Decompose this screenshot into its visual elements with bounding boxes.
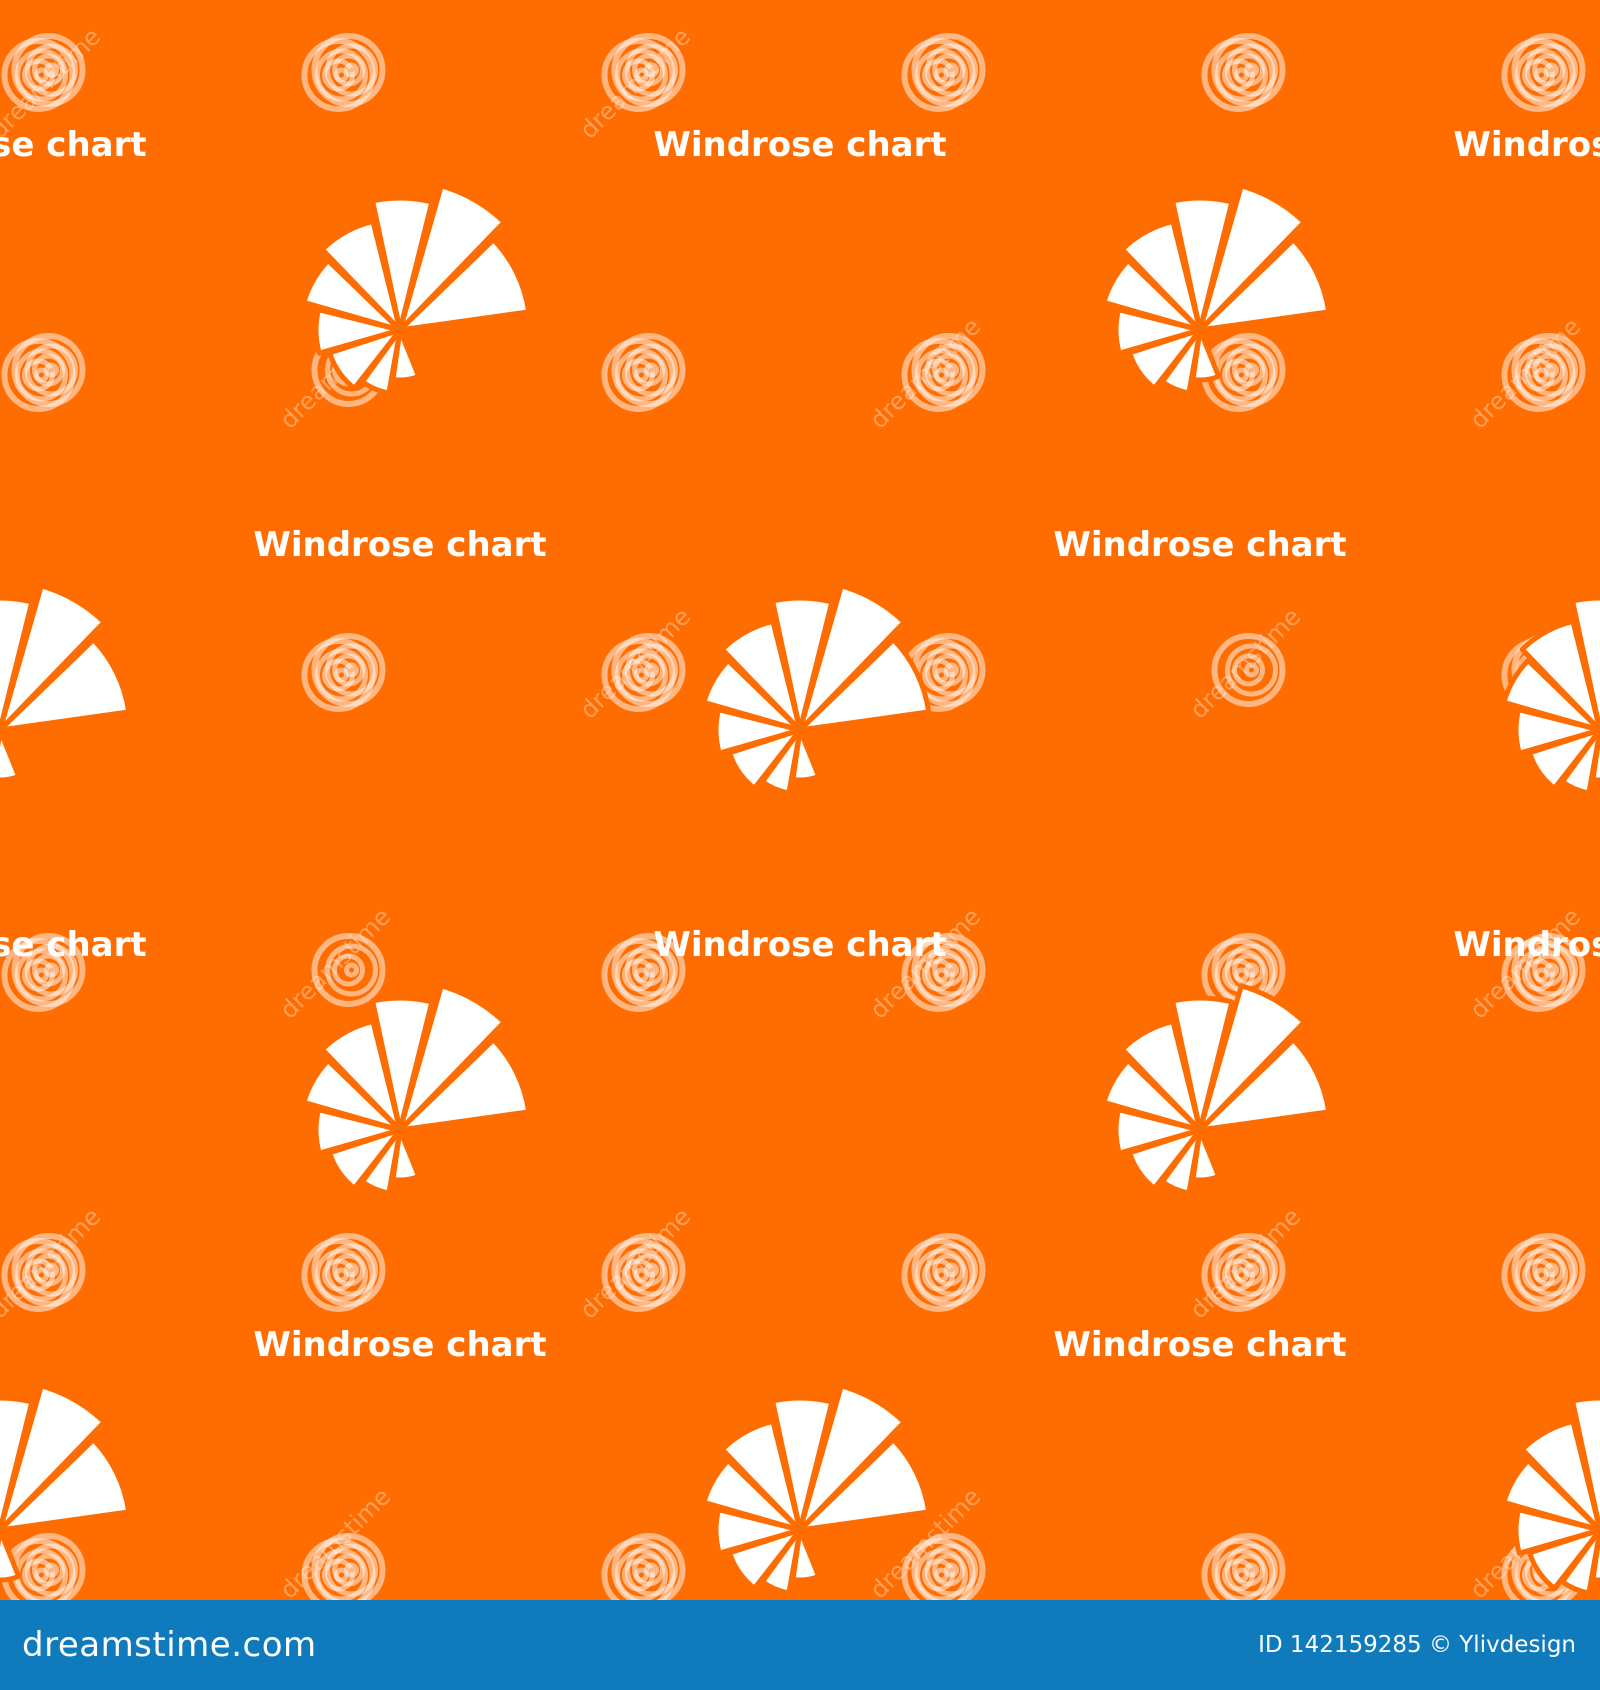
footer-bar: dreamstime.com ID 142159285 © Ylivdesign [0, 1600, 1600, 1690]
windrose-chart-icon [1101, 183, 1332, 396]
windrose-chart-icon [1501, 595, 1600, 796]
tile-label: Windrose chart [1053, 1325, 1347, 1365]
tile-label: Windrose chart [253, 1325, 547, 1365]
footer-brand[interactable]: dreamstime.com [22, 1623, 317, 1667]
tile-label: Windrose chart [1453, 925, 1600, 965]
windrose-chart-icon [1101, 983, 1332, 1196]
windrose-wedge [0, 1527, 22, 1583]
tile-label: Windrose chart [653, 125, 947, 165]
windrose-chart-icon [701, 583, 932, 796]
windrose-chart-icon [301, 983, 532, 1196]
windrose-wedge [0, 727, 22, 783]
windrose-chart-icon [0, 1383, 132, 1583]
tile-label: Windrose chart [253, 525, 547, 565]
tile-label: Windrose chart [0, 125, 147, 165]
windrose-chart-icon [701, 1383, 932, 1596]
windrose-chart-icon [0, 583, 132, 783]
pattern-area: dreamstime dreamstime dreamstime dreamstime… [0, 0, 1600, 1600]
tile-label: Windrose chart [1053, 525, 1347, 565]
windrose-chart-icon [301, 183, 532, 396]
tile-label: Windrose chart [0, 925, 147, 965]
icon-layer [0, 183, 1600, 1596]
footer-credit: ID 142159285 © Ylivdesign [1258, 1632, 1576, 1658]
tile-label: Windrose chart [653, 925, 947, 965]
windrose-chart-icon [1501, 1395, 1600, 1596]
tile-label: Windrose chart [1453, 125, 1600, 165]
